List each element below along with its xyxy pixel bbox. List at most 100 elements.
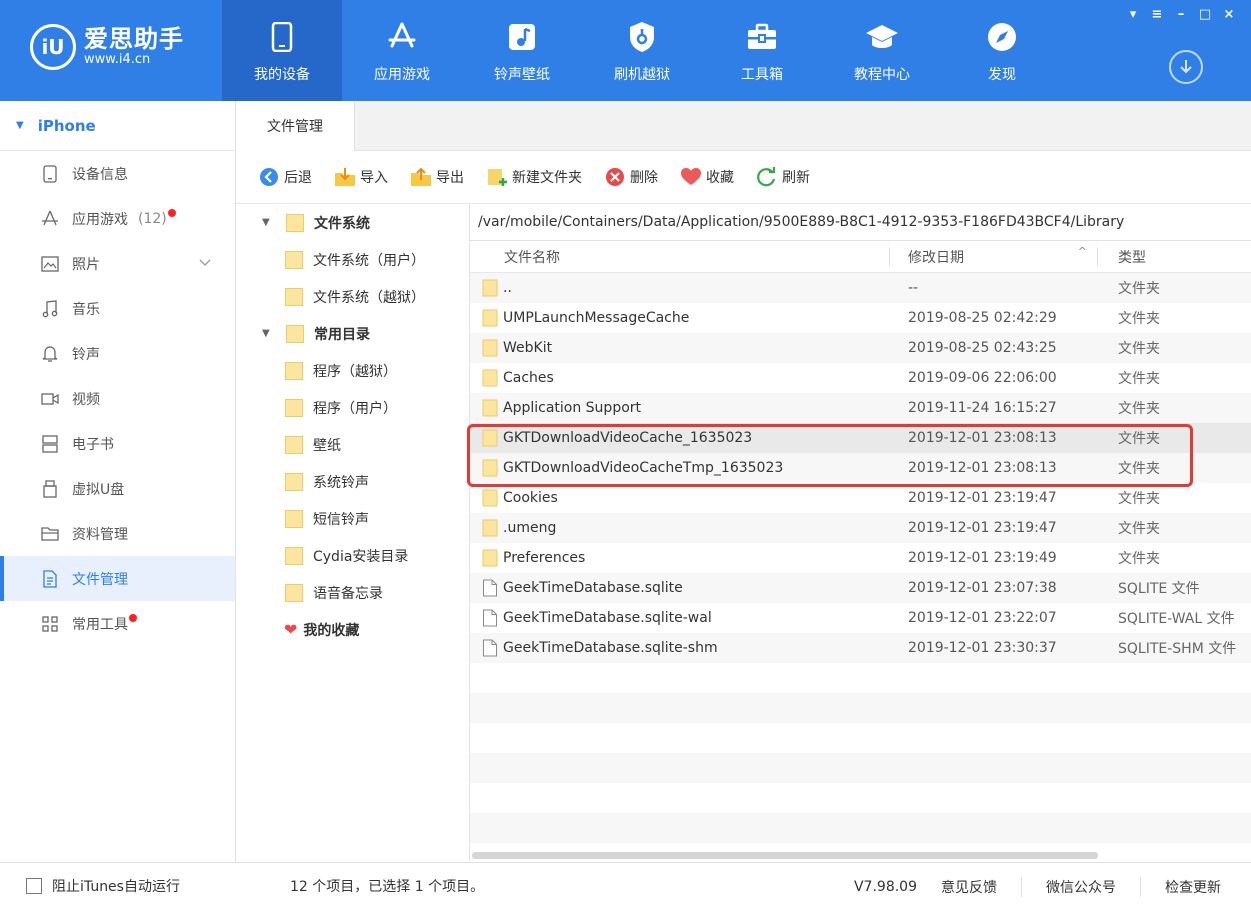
folder-icon	[285, 583, 303, 602]
shirt-skin-icon[interactable]: ▾	[1121, 4, 1145, 24]
triangle-down-icon[interactable]: ▼	[262, 328, 276, 339]
new-folder-button[interactable]: 新建文件夹	[486, 166, 582, 188]
notification-dot	[167, 208, 176, 217]
tree-item-fs-user[interactable]: 文件系统（用户）	[236, 241, 469, 278]
sidebar-item-device-info[interactable]: 设备信息	[0, 151, 235, 196]
file-name-cell: WebKit	[470, 339, 890, 357]
document-icon	[482, 579, 498, 597]
file-row[interactable]: GKTDownloadVideoCache_1635023 2019-12-01 …	[470, 423, 1251, 453]
triangle-down-icon[interactable]: ▼	[262, 217, 276, 228]
tree-item-common[interactable]: 程序（用户）	[236, 389, 469, 426]
sidebar-item-virtual-usb[interactable]: 虚拟U盘	[0, 466, 235, 511]
version-label: V7.98.09	[853, 878, 917, 895]
checkbox-icon[interactable]	[26, 878, 42, 894]
usb-icon	[40, 479, 60, 499]
feedback-link[interactable]: 意见反馈	[941, 877, 1021, 897]
tree-item-common[interactable]: 壁纸	[236, 426, 469, 463]
nav-tutorials[interactable]: 教程中心	[822, 0, 942, 101]
main-nav: 我的设备 应用游戏 铃声壁纸 刷机越狱 工具箱 教程中心 发现	[222, 0, 1062, 101]
file-date-cell: --	[908, 280, 919, 296]
file-row[interactable]: GKTDownloadVideoCacheTmp_1635023 2019-12-…	[470, 453, 1251, 483]
file-row[interactable]: Cookies 2019-12-01 23:19:47 文件夹	[470, 483, 1251, 513]
file-name-cell: UMPLaunchMessageCache	[470, 309, 890, 327]
menu-icon[interactable]: ≡	[1145, 4, 1169, 24]
file-row[interactable]: Caches 2019-09-06 22:06:00 文件夹	[470, 363, 1251, 393]
file-name-cell: GKTDownloadVideoCacheTmp_1635023	[470, 459, 890, 477]
nav-toolbox[interactable]: 工具箱	[702, 0, 822, 101]
file-date-cell: 2019-09-06 22:06:00	[908, 370, 1057, 386]
tree-item-fs-jailbreak[interactable]: 文件系统（越狱）	[236, 278, 469, 315]
favorite-button[interactable]: 收藏	[680, 166, 734, 188]
file-date-cell: 2019-12-01 23:08:13	[908, 460, 1057, 476]
file-row[interactable]: Application Support 2019-11-24 16:15:27 文件…	[470, 393, 1251, 423]
tree-item-favorites[interactable]: ❤ 我的收藏	[236, 611, 469, 648]
nav-discover[interactable]: 发现	[942, 0, 1062, 101]
tab-file-management[interactable]: 文件管理	[236, 101, 355, 151]
file-row[interactable]: WebKit 2019-08-25 02:43:25 文件夹	[470, 333, 1251, 363]
block-itunes-checkbox[interactable]: 阻止iTunes自动运行	[26, 876, 262, 896]
file-date-cell: 2019-11-24 16:15:27	[908, 400, 1057, 416]
file-row[interactable]: UMPLaunchMessageCache 2019-08-25 02:42:29…	[470, 303, 1251, 333]
download-icon[interactable]	[1169, 50, 1203, 84]
shield-icon	[625, 20, 659, 54]
maximize-icon[interactable]: □	[1193, 4, 1217, 24]
sidebar: ▼ iPhone 设备信息 应用游戏 (12) 照片 音乐 铃声 视频 电子书 …	[0, 101, 236, 862]
sidebar-item-music[interactable]: 音乐	[0, 286, 235, 331]
nav-flash-jailbreak[interactable]: 刷机越狱	[582, 0, 702, 101]
sidebar-item-video[interactable]: 视频	[0, 376, 235, 421]
window-controls: ▾ ≡ – □ ×	[1121, 4, 1241, 24]
tree-group-common[interactable]: ▼ 常用目录	[236, 315, 469, 352]
tree-item-common[interactable]: 程序（越狱）	[236, 352, 469, 389]
import-button[interactable]: 导入	[334, 166, 388, 188]
nav-apps-games[interactable]: 应用游戏	[342, 0, 462, 101]
file-row[interactable]: .. -- 文件夹	[470, 273, 1251, 303]
refresh-button[interactable]: 刷新	[756, 166, 810, 188]
minimize-icon[interactable]: –	[1169, 4, 1193, 24]
file-row[interactable]: GeekTimeDatabase.sqlite-wal 2019-12-01 23…	[470, 603, 1251, 633]
back-button[interactable]: 后退	[258, 166, 312, 188]
tree-group-filesystem[interactable]: ▼ 文件系统	[236, 204, 469, 241]
empty-row	[470, 723, 1251, 753]
triangle-down-icon: ▼	[16, 120, 24, 131]
path-bar[interactable]: /var/mobile/Containers/Data/Application/…	[470, 203, 1251, 241]
delete-button[interactable]: 删除	[604, 166, 658, 188]
compass-icon	[985, 20, 1019, 54]
tree-item-common[interactable]: 系统铃声	[236, 463, 469, 500]
nav-my-device[interactable]: 我的设备	[222, 0, 342, 101]
nav-ringtones-wallpapers[interactable]: 铃声壁纸	[462, 0, 582, 101]
sidebar-item-ringtones[interactable]: 铃声	[0, 331, 235, 376]
file-row[interactable]: Preferences 2019-12-01 23:19:49 文件夹	[470, 543, 1251, 573]
sidebar-item-common-tools[interactable]: 常用工具	[0, 601, 235, 646]
sidebar-item-photos[interactable]: 照片	[0, 241, 235, 286]
sidebar-item-data-management[interactable]: 资料管理	[0, 511, 235, 556]
column-header-name[interactable]: 文件名称	[470, 246, 890, 267]
document-icon	[482, 639, 498, 657]
sidebar-item-apps[interactable]: 应用游戏 (12)	[0, 196, 235, 241]
file-type-cell: 文件夹	[1118, 461, 1160, 477]
file-row[interactable]: .umeng 2019-12-01 23:19:47 文件夹	[470, 513, 1251, 543]
folder-icon	[285, 250, 303, 269]
file-date-cell: 2019-12-01 23:30:37	[908, 640, 1057, 656]
column-header-date[interactable]: 修改日期 ^	[890, 245, 1098, 267]
empty-row	[470, 813, 1251, 843]
file-row[interactable]: GeekTimeDatabase.sqlite-shm 2019-12-01 23…	[470, 633, 1251, 663]
file-type-cell: SQLITE-WAL 文件	[1118, 611, 1235, 627]
horizontal-scrollbar[interactable]	[472, 852, 1098, 859]
check-update-link[interactable]: 检查更新	[1140, 876, 1251, 897]
folder-icon	[482, 369, 498, 387]
tree-item-common[interactable]: Cydia安装目录	[236, 537, 469, 574]
wechat-link[interactable]: 微信公众号	[1021, 876, 1140, 897]
tree-item-common[interactable]: 语音备忘录	[236, 574, 469, 611]
close-icon[interactable]: ×	[1217, 4, 1241, 24]
file-row[interactable]: GeekTimeDatabase.sqlite 2019-12-01 23:07:…	[470, 573, 1251, 603]
file-type-cell: 文件夹	[1118, 281, 1160, 297]
sidebar-item-file-management[interactable]: 文件管理	[0, 556, 235, 601]
column-header-type[interactable]: 类型	[1098, 247, 1251, 267]
file-type-cell: SQLITE 文件	[1118, 581, 1200, 597]
grid-icon	[40, 614, 60, 634]
export-button[interactable]: 导出	[410, 166, 464, 188]
chevron-down-icon[interactable]	[199, 255, 211, 271]
device-selector[interactable]: ▼ iPhone	[0, 101, 235, 151]
tree-item-common[interactable]: 短信铃声	[236, 500, 469, 537]
sidebar-item-ebook[interactable]: 电子书	[0, 421, 235, 466]
